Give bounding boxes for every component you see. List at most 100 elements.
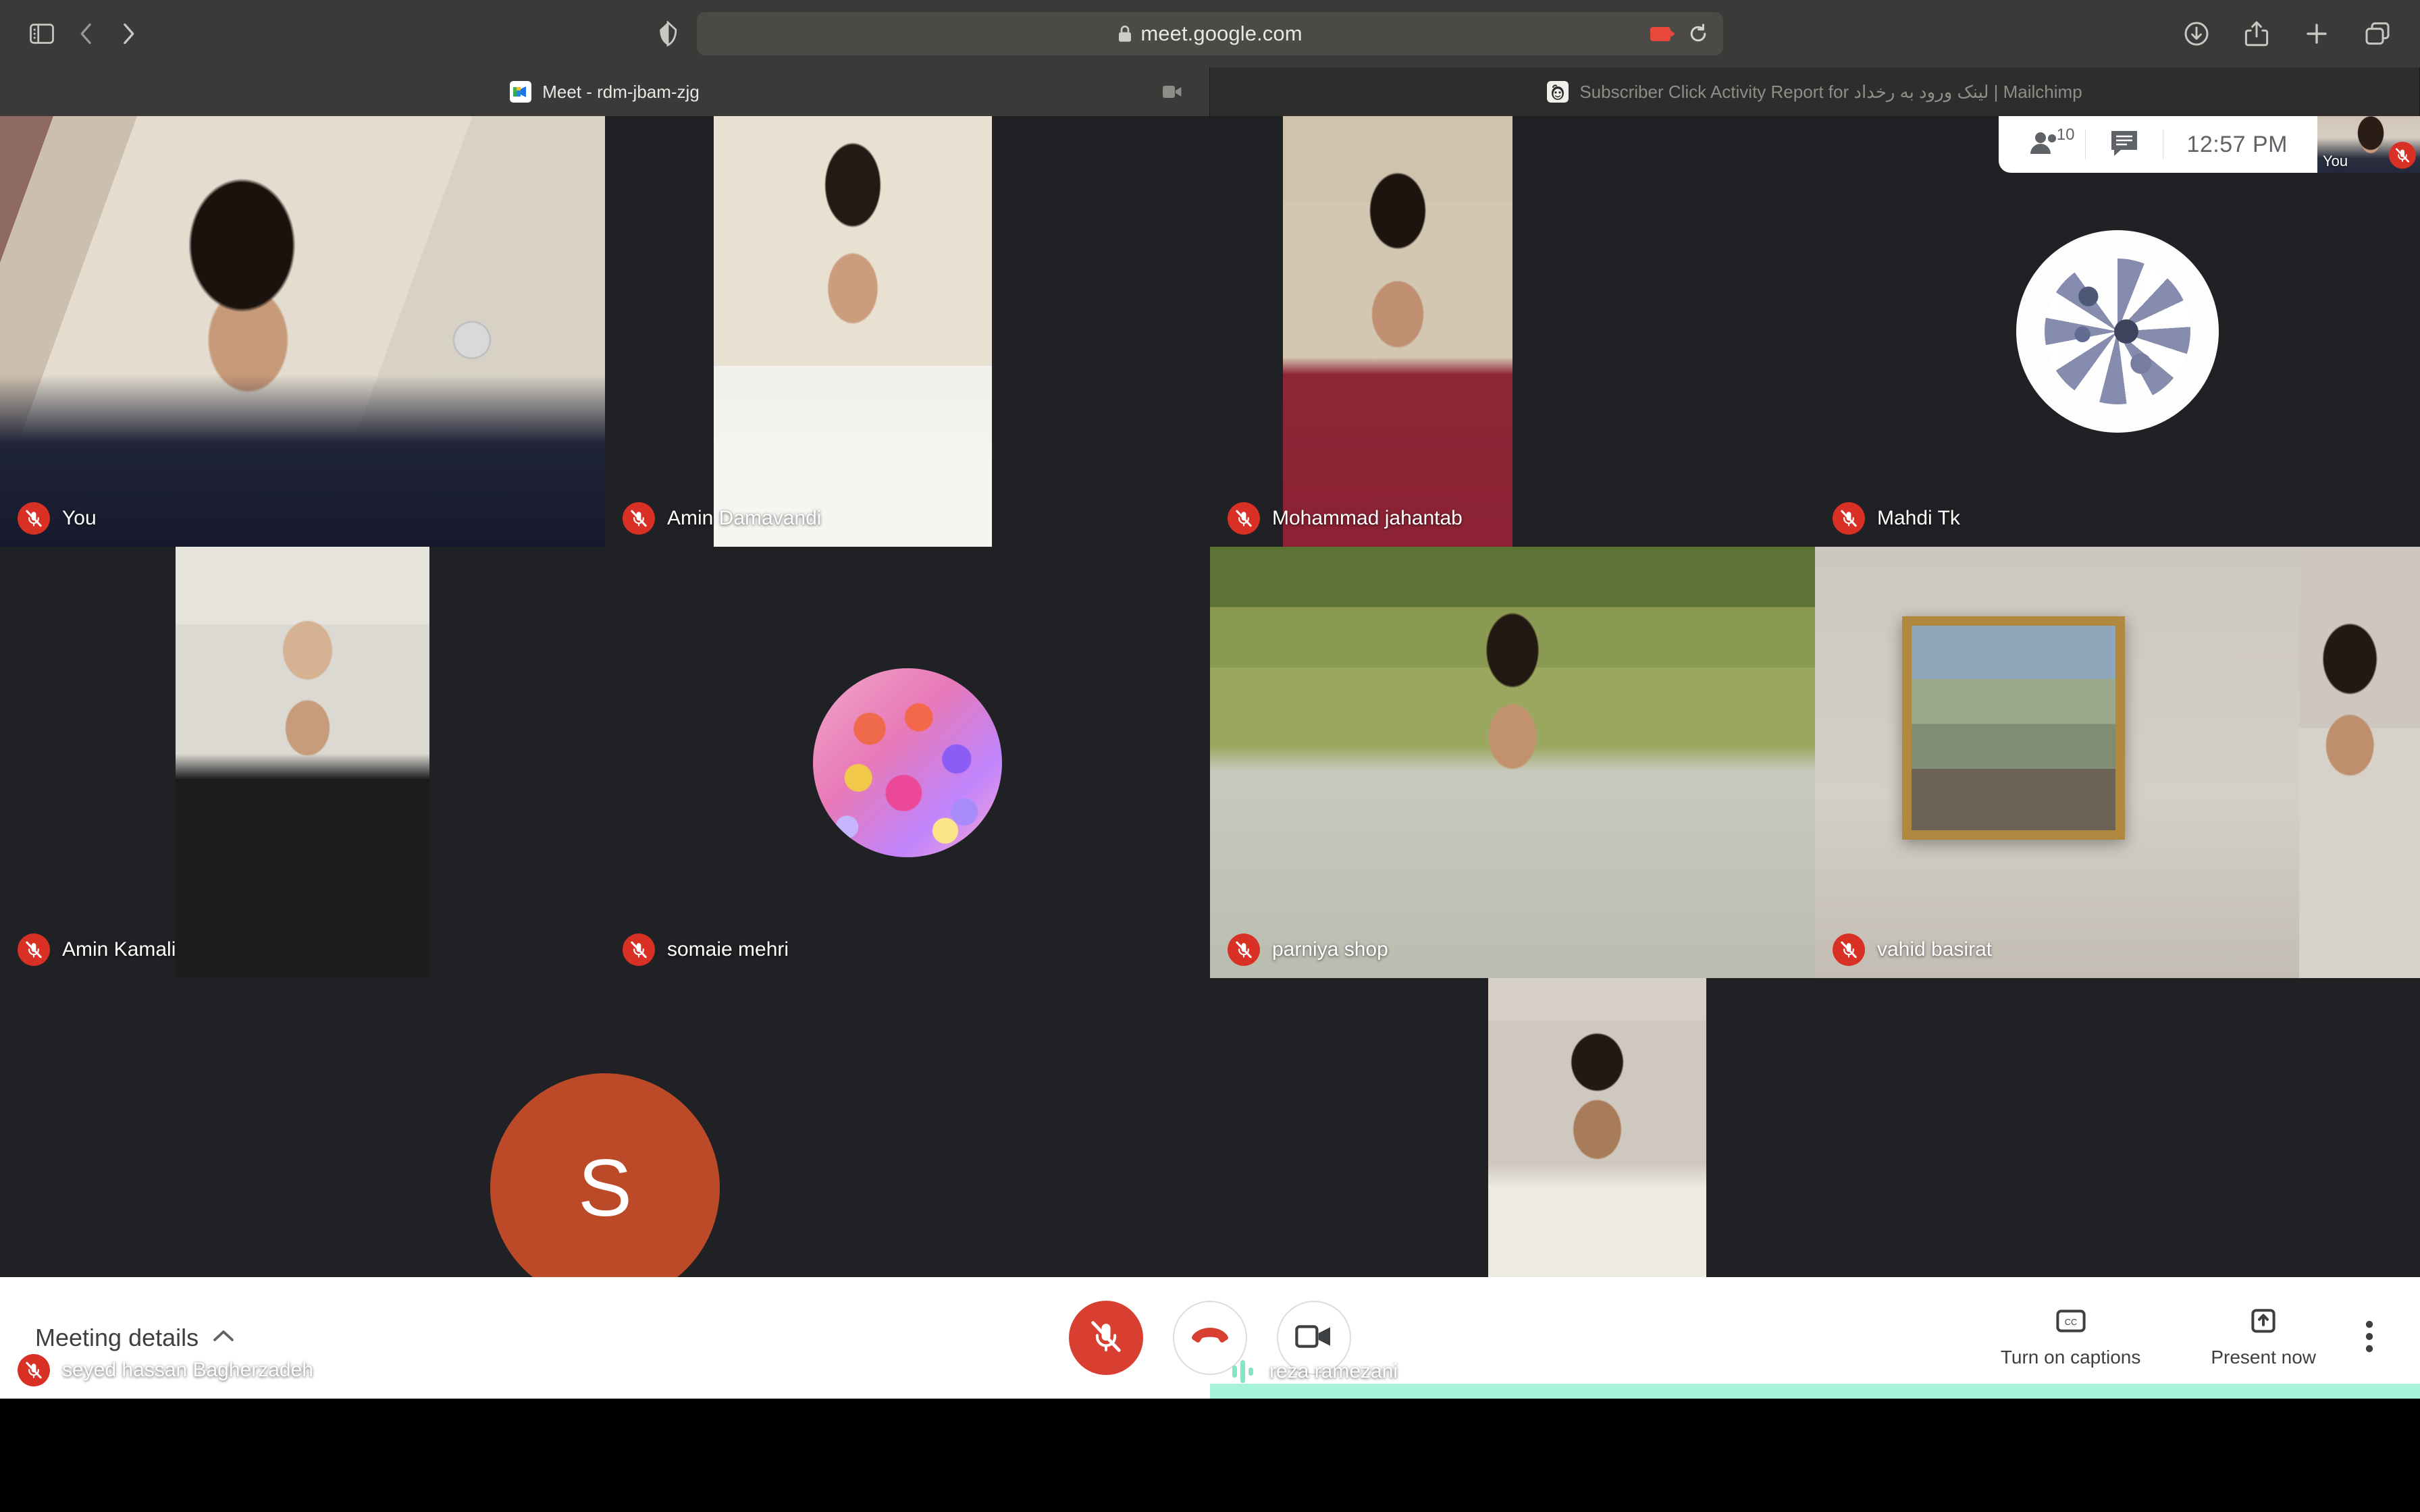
participant-tile-amin-damavandi[interactable]: Amin Damavandi	[605, 116, 1210, 547]
more-vertical-icon	[2365, 1319, 2374, 1357]
participant-name-chip: parniya shop	[1210, 921, 1406, 978]
participant-video	[1210, 547, 1815, 978]
participant-name-chip: vahid basirat	[1815, 921, 2009, 978]
participant-count: 10	[2056, 126, 2075, 144]
meet-top-controls: 10 12:57 PM You	[1999, 116, 2420, 173]
browser-chrome: meet.google.com Meet - rdm-jbam-zjg Subs…	[0, 0, 2420, 116]
present-label: Present now	[2211, 1346, 2316, 1368]
downloads-icon[interactable]	[2184, 21, 2209, 47]
turn-on-captions-button[interactable]: CC Turn on captions	[1966, 1308, 2176, 1368]
share-icon[interactable]	[2244, 20, 2269, 47]
participant-tile-amin-kamali[interactable]: Amin Kamali	[0, 547, 605, 978]
mic-off-button[interactable]	[1069, 1301, 1143, 1375]
mic-off-icon	[18, 502, 50, 535]
chevron-left-icon[interactable]	[77, 22, 96, 45]
captions-label: Turn on captions	[2000, 1346, 2141, 1368]
chevron-right-icon[interactable]	[119, 22, 138, 45]
participant-tile-mahdi-tk[interactable]: Mahdi Tk	[1815, 116, 2420, 547]
self-view-thumbnail[interactable]: You	[2317, 116, 2420, 173]
participant-name: reza ramezani	[1269, 1359, 1398, 1382]
closed-captions-icon: CC	[2055, 1308, 2086, 1337]
participant-tile-mohammad-jahantab[interactable]: Mohammad jahantab	[1210, 116, 1815, 547]
tab-content: Meet - rdm-jbam-zjg	[510, 81, 700, 103]
tab-overview-icon[interactable]	[2365, 21, 2390, 47]
svg-text:CC: CC	[2064, 1317, 2076, 1327]
meeting-clock: 12:57 PM	[2163, 116, 2311, 173]
mic-off-icon	[1833, 502, 1865, 535]
video-grid-row: You Amin Damavandi Mohammad jahantab Mah…	[0, 116, 2420, 547]
participant-name: somaie mehri	[667, 938, 789, 961]
avatar	[2016, 230, 2219, 433]
participants-button[interactable]: 10	[2005, 116, 2085, 173]
participant-name: vahid basirat	[1877, 938, 1993, 961]
participant-name-chip: somaie mehri	[605, 921, 806, 978]
bottom-right-controls: CC Turn on captions Present now	[1966, 1308, 2397, 1368]
mailchimp-icon	[1547, 81, 1569, 103]
participant-name-chip: You	[0, 490, 114, 547]
avatar-initial: S	[490, 1073, 720, 1303]
participant-name: Amin Damavandi	[667, 507, 822, 530]
mic-off-icon	[18, 1353, 50, 1386]
participant-name: You	[62, 507, 97, 530]
camera-active-icon	[1650, 26, 1675, 41]
participant-name: seyed hassan Bagherzadeh	[62, 1358, 313, 1381]
url-text: meet.google.com	[1140, 22, 1303, 45]
browser-tab-bar: Meet - rdm-jbam-zjg Subscriber Click Act…	[0, 68, 2420, 116]
participant-tile-somaie-mehri[interactable]: somaie mehri	[605, 547, 1210, 978]
mic-off-icon	[1228, 502, 1260, 535]
participant-name: parniya shop	[1272, 938, 1388, 961]
video-grid-row: Amin Kamali somaie mehri parniya shop va…	[0, 547, 2420, 978]
toolbar-left-group	[30, 22, 138, 45]
camera-icon	[1162, 84, 1182, 99]
avatar	[813, 668, 1002, 857]
clock-text: 12:57 PM	[2186, 131, 2288, 157]
participant-video	[714, 116, 993, 547]
participant-tile-vahid-basirat[interactable]: vahid basirat	[1815, 547, 2420, 978]
browser-tab-mailchimp[interactable]: Subscriber Click Activity Report for لین…	[1210, 68, 2420, 116]
participant-name: Mohammad jahantab	[1272, 507, 1463, 530]
chat-button[interactable]	[2086, 116, 2163, 173]
browser-tab-meet[interactable]: Meet - rdm-jbam-zjg	[0, 68, 1210, 116]
participant-name-chip: Amin Kamali	[0, 921, 193, 978]
self-view-label: You	[2323, 153, 2348, 169]
audio-level-icon	[1228, 1357, 1257, 1386]
present-now-button[interactable]: Present now	[2176, 1308, 2351, 1368]
participant-video-secondary	[2298, 547, 2420, 978]
participant-video	[175, 547, 430, 978]
chat-icon	[2109, 129, 2140, 161]
top-controls-group: 10 12:57 PM	[1999, 116, 2317, 173]
address-bar[interactable]: meet.google.com	[697, 12, 1723, 55]
more-options-button[interactable]	[2351, 1319, 2397, 1357]
wall-picture-frame	[1902, 616, 2125, 840]
mic-off-icon	[623, 502, 655, 535]
shield-privacy-icon[interactable]	[658, 21, 678, 47]
participant-name-chip: Mahdi Tk	[1815, 490, 1978, 547]
tab-title: Meet - rdm-jbam-zjg	[542, 81, 700, 102]
reload-icon[interactable]	[1688, 24, 1708, 44]
tab-title: Subscriber Click Activity Report for لین…	[1579, 81, 2082, 102]
participant-name-chip: Amin Damavandi	[605, 490, 839, 547]
mic-off-icon	[18, 933, 50, 966]
meet-stage: You Amin Damavandi Mohammad jahantab Mah…	[0, 116, 2420, 1399]
participant-video	[1282, 116, 1512, 547]
participant-tile-parniya-shop[interactable]: parniya shop	[1210, 547, 1815, 978]
participant-video	[1815, 547, 2299, 978]
participant-tile-you[interactable]: You	[0, 116, 605, 547]
present-screen-icon	[2248, 1308, 2278, 1337]
tab-content: Subscriber Click Activity Report for لین…	[1547, 81, 2082, 103]
plus-icon[interactable]	[2304, 21, 2330, 47]
sidebar-toggle-icon[interactable]	[30, 24, 54, 44]
participant-video	[0, 116, 605, 547]
toolbar-right-group	[2184, 20, 2390, 47]
address-bar-container: meet.google.com	[660, 12, 1723, 55]
participant-name-chip: Mohammad jahantab	[1210, 490, 1480, 547]
avatar-initial-letter: S	[577, 1143, 633, 1234]
address-bar-right-icons	[1650, 24, 1708, 44]
mic-off-icon	[623, 933, 655, 966]
active-speaker-indicator-bar	[1210, 1383, 2420, 1399]
participant-name: Mahdi Tk	[1877, 507, 1960, 530]
mic-off-icon	[1833, 933, 1865, 966]
video-grid: You Amin Damavandi Mohammad jahantab Mah…	[0, 116, 2420, 1399]
mic-off-icon	[2389, 142, 2416, 169]
lock-icon	[1117, 25, 1132, 43]
